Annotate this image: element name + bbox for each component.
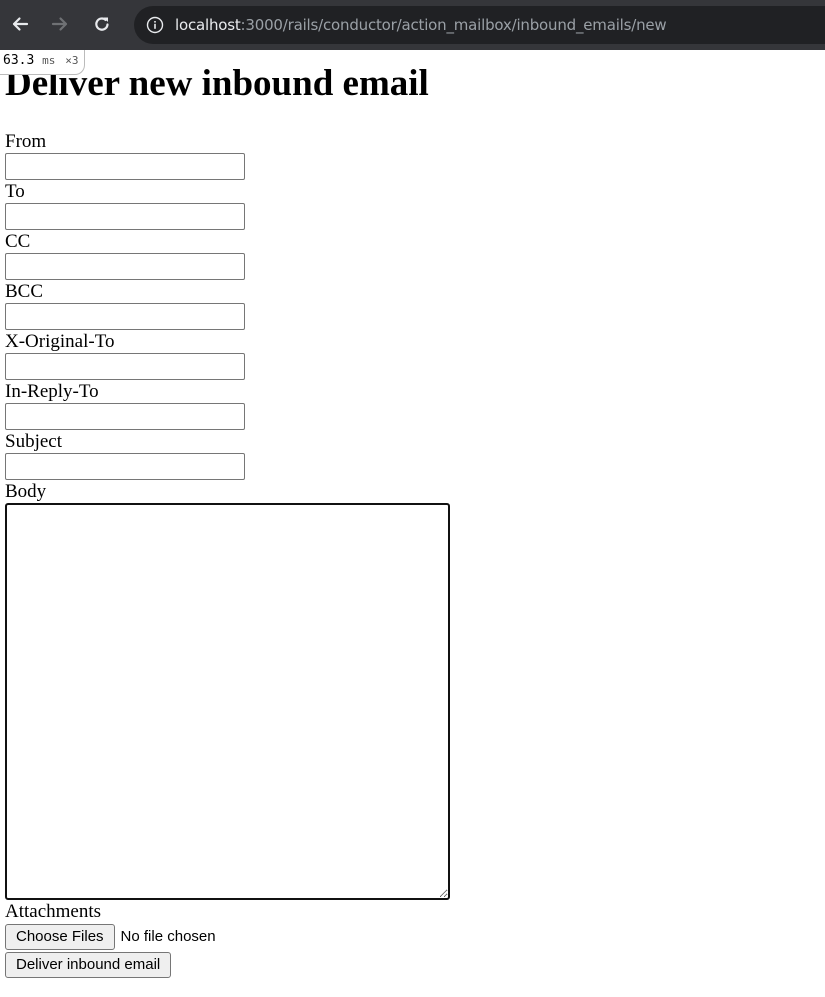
url-path: :3000/rails/conductor/action_mailbox/inb…	[240, 16, 667, 34]
cc-input[interactable]	[5, 253, 245, 280]
profiler-count: ×3	[65, 54, 79, 67]
profiler-time: 63.3	[3, 53, 35, 68]
subject-label: Subject	[5, 431, 62, 452]
x-original-to-label: X-Original-To	[5, 331, 115, 352]
from-input[interactable]	[5, 153, 245, 180]
bcc-input[interactable]	[5, 303, 245, 330]
profiler-badge[interactable]: 63.3 ms ×3	[0, 50, 86, 75]
submit-row: Deliver inbound email	[5, 952, 815, 978]
reload-icon	[92, 14, 112, 34]
url-text: localhost:3000/rails/conductor/action_ma…	[175, 16, 667, 34]
arrow-right-icon	[50, 14, 70, 34]
to-input[interactable]	[5, 203, 245, 230]
choose-files-button[interactable]: Choose Files	[5, 923, 115, 950]
profiler-unit: ms	[42, 54, 56, 67]
browser-toolbar: localhost:3000/rails/conductor/action_ma…	[0, 0, 825, 50]
x-original-to-input[interactable]	[5, 353, 245, 380]
subject-input[interactable]	[5, 453, 245, 480]
page-content: Deliver new inbound email From To CC BCC…	[5, 58, 815, 978]
from-label: From	[5, 131, 47, 152]
back-button[interactable]	[6, 10, 34, 38]
to-label: To	[5, 181, 25, 202]
file-status-text: No file chosen	[120, 928, 216, 945]
body-textarea[interactable]	[5, 503, 450, 900]
address-bar[interactable]: localhost:3000/rails/conductor/action_ma…	[134, 6, 825, 44]
bcc-label: BCC	[5, 281, 44, 302]
forward-button[interactable]	[46, 10, 74, 38]
reload-button[interactable]	[88, 10, 116, 38]
file-input: Choose Files No file chosen	[5, 923, 815, 950]
in-reply-to-input[interactable]	[5, 403, 245, 430]
deliver-inbound-email-button[interactable]: Deliver inbound email	[5, 952, 172, 978]
page-title: Deliver new inbound email	[5, 63, 429, 104]
url-host: localhost	[175, 16, 241, 34]
arrow-left-icon	[10, 14, 30, 34]
inbound-email-form: From To CC BCC X-Original-To In-Reply-To…	[5, 131, 815, 978]
in-reply-to-label: In-Reply-To	[5, 381, 99, 402]
body-label: Body	[5, 481, 47, 502]
info-icon[interactable]	[146, 16, 164, 34]
attachments-label: Attachments	[5, 901, 102, 922]
cc-label: CC	[5, 231, 31, 252]
